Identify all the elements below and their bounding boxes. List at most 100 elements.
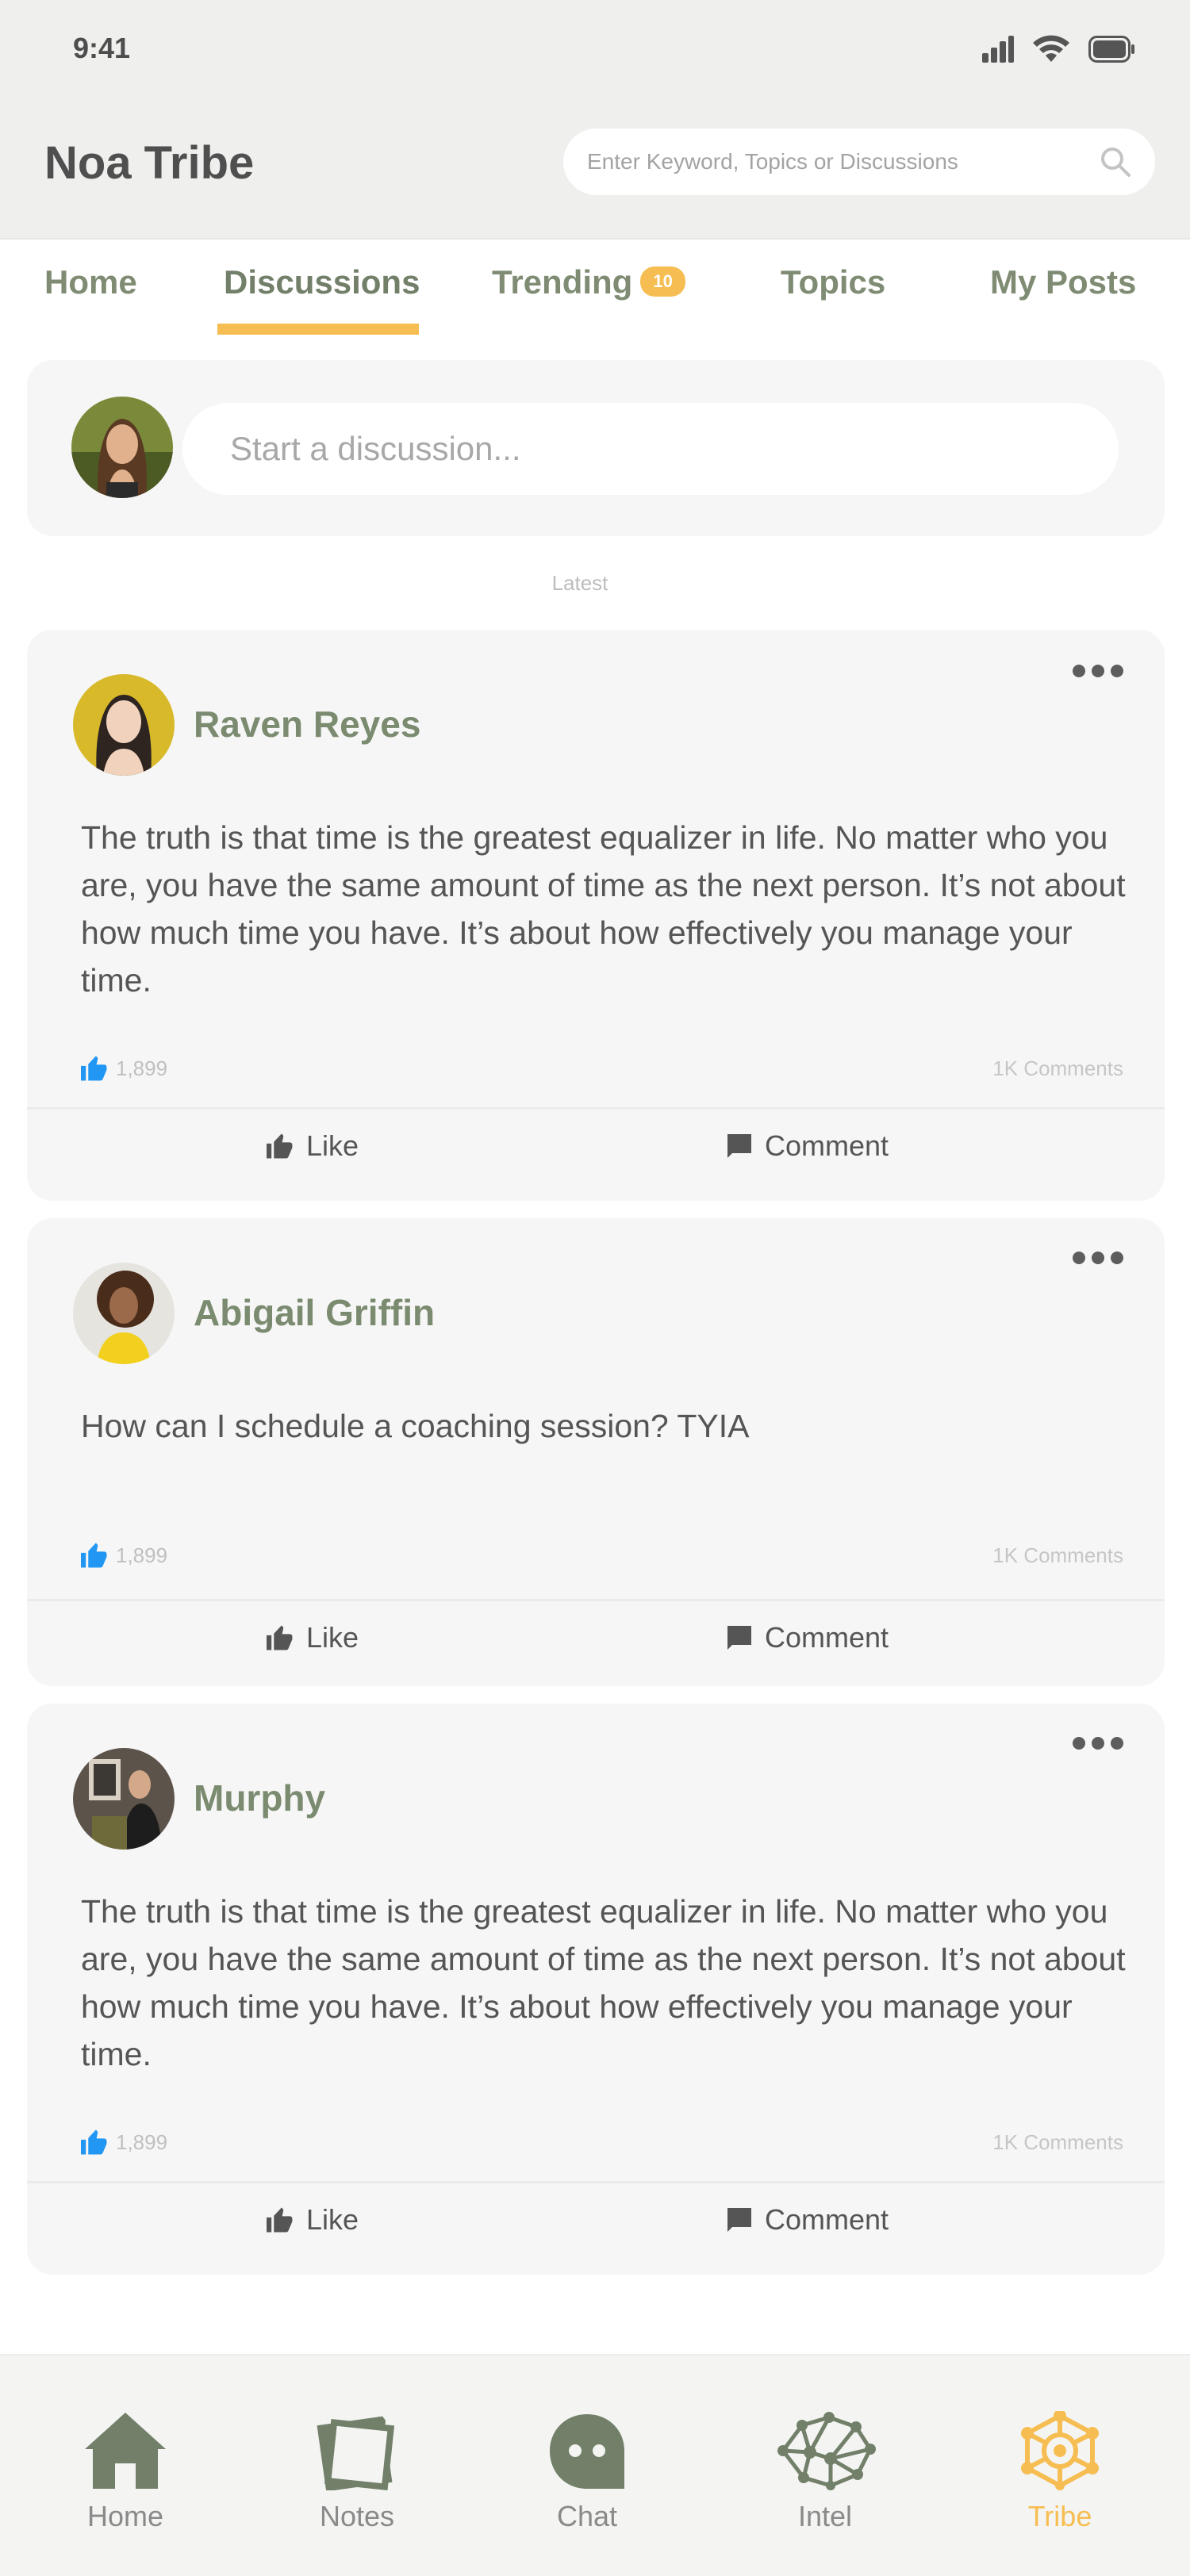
more-dot [1111, 665, 1123, 677]
search-box[interactable] [563, 128, 1155, 195]
author-avatar[interactable] [73, 1748, 175, 1850]
like-button-label: Like [306, 2203, 359, 2236]
post-more-button[interactable] [1073, 1252, 1123, 1264]
comment-button-label: Comment [765, 1621, 889, 1654]
post-body: The truth is that time is the greatest e… [81, 819, 1126, 999]
search-icon[interactable] [1100, 146, 1131, 178]
thumbs-up-icon [267, 1133, 293, 1159]
thumbs-up-icon [81, 2129, 107, 2155]
post-more-button[interactable] [1073, 1737, 1123, 1750]
like-button[interactable]: Like [265, 2203, 359, 2237]
post-body: How can I schedule a coaching session? T… [81, 1408, 750, 1444]
tab-my-posts-label: My Posts [990, 263, 1137, 301]
like-button-label: Like [306, 1621, 359, 1654]
current-user-avatar[interactable] [71, 397, 173, 498]
comment-icon [727, 2208, 751, 2232]
author-avatar[interactable] [73, 674, 175, 776]
post-like-count: 1,899 [79, 2129, 167, 2156]
more-dot [1073, 1737, 1085, 1750]
tab-discussions[interactable]: Discussions [224, 263, 420, 301]
thumbs-up-icon [267, 2207, 293, 2233]
post-more-button[interactable] [1073, 665, 1123, 677]
more-dot [1111, 1252, 1123, 1264]
cellular-signal-icon [982, 36, 1014, 63]
status-icons [982, 35, 1134, 63]
nav-notes[interactable]: Notes [278, 2411, 436, 2533]
more-dot [1073, 665, 1085, 677]
tab-topics[interactable]: Topics [781, 263, 885, 301]
bottom-navigation: Home Notes Chat Intel Tribe [0, 2354, 1190, 2576]
like-button[interactable]: Like [265, 1129, 359, 1163]
nav-notes-label: Notes [319, 2500, 395, 2532]
search-input[interactable] [587, 149, 1100, 174]
tab-topics-label: Topics [781, 263, 886, 301]
tab-trending-label: Trending [492, 263, 633, 301]
comment-button[interactable]: Comment [725, 1621, 889, 1654]
post-author-name[interactable]: Abigail Griffin [194, 1291, 435, 1334]
more-dot [1092, 1737, 1104, 1750]
more-dot [1092, 665, 1104, 677]
nav-home-label: Home [86, 2500, 164, 2532]
post-author-name[interactable]: Raven Reyes [194, 703, 420, 746]
nav-chat[interactable]: Chat [508, 2411, 666, 2533]
feed-section-label: Latest [551, 571, 608, 595]
home-icon [85, 2413, 166, 2489]
post-like-count: 1,899 [79, 1055, 167, 1082]
post-divider [27, 1107, 1165, 1110]
post-comment-count[interactable]: 1K Comments [992, 1056, 1123, 1081]
nav-tribe[interactable]: Tribe [981, 2411, 1139, 2533]
active-tab-indicator [217, 324, 419, 335]
nav-tribe-label: Tribe [1027, 2500, 1092, 2532]
brain-network-icon [777, 2412, 876, 2490]
post-body: The truth is that time is the greatest e… [81, 1893, 1126, 2072]
like-count-text: 1,899 [116, 1056, 168, 1080]
comment-button[interactable]: Comment [725, 1129, 889, 1163]
app-header: 9:41 Noa Tribe [0, 0, 1190, 238]
nav-chat-label: Chat [556, 2500, 618, 2532]
tab-home-label: Home [44, 263, 137, 301]
tab-home[interactable]: Home [44, 263, 137, 301]
thumbs-up-icon [81, 1056, 107, 1081]
post-divider [27, 2181, 1165, 2183]
chat-icon [550, 2414, 624, 2489]
comment-button-label: Comment [765, 1129, 889, 1162]
discussion-composer [27, 360, 1165, 536]
thumbs-up-icon [267, 1625, 293, 1650]
post-author-name[interactable]: Murphy [194, 1777, 325, 1819]
post-card: Raven Reyes The truth is that time is th… [27, 630, 1165, 1201]
tab-my-posts[interactable]: My Posts [990, 263, 1136, 301]
tab-bar: Home Discussions Trending 10 Topics My Po… [0, 238, 1190, 335]
more-dot [1073, 1252, 1085, 1264]
like-count-text: 1,899 [116, 2129, 168, 2154]
more-dot [1092, 1252, 1104, 1264]
trending-count-badge: 10 [640, 266, 685, 297]
battery-icon [1088, 36, 1134, 63]
tribe-icon [1021, 2411, 1099, 2490]
status-time: 9:41 [73, 32, 131, 64]
more-dot [1111, 1737, 1123, 1750]
nav-home[interactable]: Home [46, 2411, 205, 2533]
start-discussion-input[interactable] [182, 403, 1119, 495]
comment-icon [727, 1134, 751, 1158]
tab-discussions-label: Discussions [224, 263, 420, 301]
nav-intel[interactable]: Intel [746, 2411, 904, 2533]
comment-button-label: Comment [765, 2203, 889, 2236]
wifi-icon [1033, 35, 1069, 62]
post-comment-count[interactable]: 1K Comments [992, 2130, 1123, 2155]
comment-button[interactable]: Comment [725, 2203, 889, 2237]
like-button[interactable]: Like [265, 1621, 359, 1654]
like-count-text: 1,899 [116, 1543, 168, 1567]
post-like-count: 1,899 [79, 1542, 167, 1569]
post-comment-count[interactable]: 1K Comments [992, 1543, 1123, 1568]
comment-icon [727, 1626, 751, 1650]
nav-intel-label: Intel [797, 2500, 853, 2532]
thumbs-up-icon [81, 1543, 107, 1568]
notes-icon [317, 2416, 395, 2490]
author-avatar[interactable] [73, 1263, 175, 1364]
like-button-label: Like [306, 1129, 359, 1162]
tab-trending[interactable]: Trending 10 [492, 263, 685, 301]
app-title: Noa Tribe [44, 137, 255, 189]
post-card: Murphy The truth is that time is the gre… [27, 1704, 1165, 2275]
post-divider [27, 1599, 1165, 1601]
post-card: Abigail Griffin How can I schedule a coa… [27, 1218, 1165, 1686]
